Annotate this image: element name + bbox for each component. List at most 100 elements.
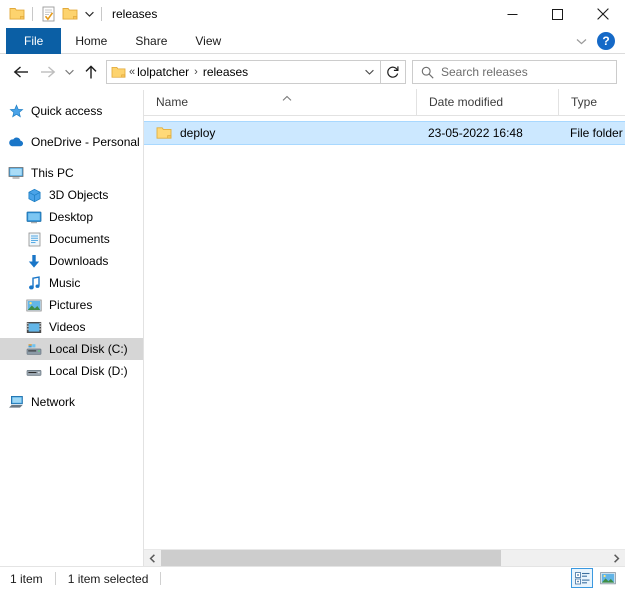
properties-icon[interactable] (37, 3, 59, 25)
sidebar-item-documents[interactable]: Documents (0, 228, 143, 250)
sidebar-item-downloads[interactable]: Downloads (0, 250, 143, 272)
details-view-button[interactable] (571, 568, 593, 588)
tab-view[interactable]: View (181, 28, 235, 54)
sidebar-gap (0, 153, 143, 162)
status-bar: 1 item 1 item selected (0, 566, 625, 590)
status-separator-2 (160, 572, 161, 585)
sidebar-item-label: Desktop (49, 210, 93, 224)
download-icon (26, 253, 42, 269)
sidebar-item-music[interactable]: Music (0, 272, 143, 294)
sidebar-item-label: Documents (49, 232, 110, 246)
scroll-left-arrow-icon[interactable] (144, 550, 161, 567)
window-controls (490, 0, 625, 28)
forward-button[interactable] (34, 59, 60, 85)
sidebar-item-3d-objects[interactable]: 3D Objects (0, 184, 143, 206)
toolbar-separator-1 (32, 7, 33, 21)
maximize-button[interactable] (535, 0, 580, 28)
toolbar-separator-2 (101, 7, 102, 21)
cloud-icon (8, 134, 24, 150)
sidebar-item-pictures[interactable]: Pictures (0, 294, 143, 316)
new-folder-icon[interactable] (59, 3, 81, 25)
sidebar-item-label: OneDrive - Personal (31, 135, 140, 149)
tab-share[interactable]: Share (121, 28, 181, 54)
sidebar-item-network[interactable]: Network (0, 391, 143, 413)
selection-info-label: 1 item selected (68, 572, 149, 586)
breadcrumb[interactable]: « lolpatcher › releases (129, 65, 358, 79)
address-bar[interactable]: « lolpatcher › releases (106, 60, 406, 84)
file-explorer-window: releases File Home Sha (0, 0, 625, 590)
sidebar-item-label: 3D Objects (49, 188, 108, 202)
music-note-icon (26, 275, 42, 291)
star-icon (8, 103, 24, 119)
drive-icon (26, 363, 42, 379)
address-folder-icon (107, 66, 129, 79)
file-type-cell: File folder (558, 126, 625, 140)
ribbon-tabs: File Home Share View ? (0, 28, 625, 54)
recent-locations-chevron-icon[interactable] (60, 59, 78, 85)
ribbon-collapse-chevron-icon[interactable] (571, 30, 591, 52)
file-list[interactable]: deploy 23-05-2022 16:48 File folder (144, 116, 625, 549)
column-headers: Name Date modified Type (144, 90, 625, 116)
folder-icon[interactable] (6, 3, 28, 25)
sidebar-item-onedrive[interactable]: OneDrive - Personal (0, 131, 143, 153)
sidebar-item-label: Music (49, 276, 80, 290)
video-icon (26, 319, 42, 335)
sidebar-item-label: Local Disk (D:) (49, 364, 128, 378)
breadcrumb-item-releases[interactable]: releases (203, 65, 248, 79)
system-drive-icon (26, 341, 42, 357)
content-pane: Name Date modified Type (143, 90, 625, 566)
sidebar-item-label: This PC (31, 166, 74, 180)
sidebar-item-label: Local Disk (C:) (49, 342, 128, 356)
monitor-icon (8, 165, 24, 181)
status-separator-1 (55, 572, 56, 585)
file-name-label: deploy (180, 126, 215, 140)
table-row[interactable]: deploy 23-05-2022 16:48 File folder (144, 121, 625, 145)
column-header-name[interactable]: Name (144, 89, 416, 115)
breadcrumb-overflow-icon[interactable]: « (129, 66, 137, 78)
chevron-down-icon[interactable] (81, 3, 97, 25)
navigation-bar: « lolpatcher › releases (0, 54, 625, 90)
navigation-pane: Quick access OneDrive - Personal (0, 90, 143, 566)
scrollbar-track[interactable] (161, 550, 608, 567)
close-button[interactable] (580, 0, 625, 28)
back-button[interactable] (8, 59, 34, 85)
sort-ascending-icon (282, 91, 292, 99)
column-header-date-modified[interactable]: Date modified (416, 89, 558, 115)
help-button[interactable]: ? (597, 32, 615, 50)
up-button[interactable] (78, 59, 104, 85)
document-icon (26, 231, 42, 247)
explorer-body: Quick access OneDrive - Personal (0, 90, 625, 566)
column-header-label: Type (571, 95, 597, 109)
quick-access-toolbar: releases (0, 0, 157, 28)
sidebar-item-label: Network (31, 395, 75, 409)
sidebar-item-this-pc[interactable]: This PC (0, 162, 143, 184)
scrollbar-thumb[interactable] (161, 550, 501, 567)
sidebar-item-desktop[interactable]: Desktop (0, 206, 143, 228)
large-icons-view-button[interactable] (597, 568, 619, 588)
search-input[interactable]: Search releases (441, 65, 528, 79)
folder-icon (156, 125, 172, 141)
column-header-label: Name (156, 95, 188, 109)
sidebar-item-label: Pictures (49, 298, 92, 312)
column-header-type[interactable]: Type (558, 89, 625, 115)
address-dropdown-chevron-icon[interactable] (358, 69, 380, 75)
sidebar-item-local-disk-d[interactable]: Local Disk (D:) (0, 360, 143, 382)
refresh-button[interactable] (381, 61, 405, 83)
window-title: releases (112, 0, 157, 28)
scroll-right-arrow-icon[interactable] (608, 550, 625, 567)
breadcrumb-item-lolpatcher[interactable]: lolpatcher (137, 65, 189, 79)
title-bar: releases (0, 0, 625, 28)
tab-home[interactable]: Home (61, 28, 121, 54)
tab-file[interactable]: File (6, 28, 61, 54)
sidebar-item-label: Quick access (31, 104, 102, 118)
minimize-button[interactable] (490, 0, 535, 28)
search-box[interactable]: Search releases (412, 60, 617, 84)
sidebar-item-quick-access[interactable]: Quick access (0, 100, 143, 122)
search-icon (413, 66, 441, 79)
sidebar-item-videos[interactable]: Videos (0, 316, 143, 338)
sidebar-item-label: Downloads (49, 254, 108, 268)
horizontal-scrollbar[interactable] (144, 549, 625, 566)
sidebar-item-local-disk-c[interactable]: Local Disk (C:) (0, 338, 143, 360)
breadcrumb-separator-icon: › (189, 66, 203, 78)
view-mode-buttons (571, 568, 619, 588)
